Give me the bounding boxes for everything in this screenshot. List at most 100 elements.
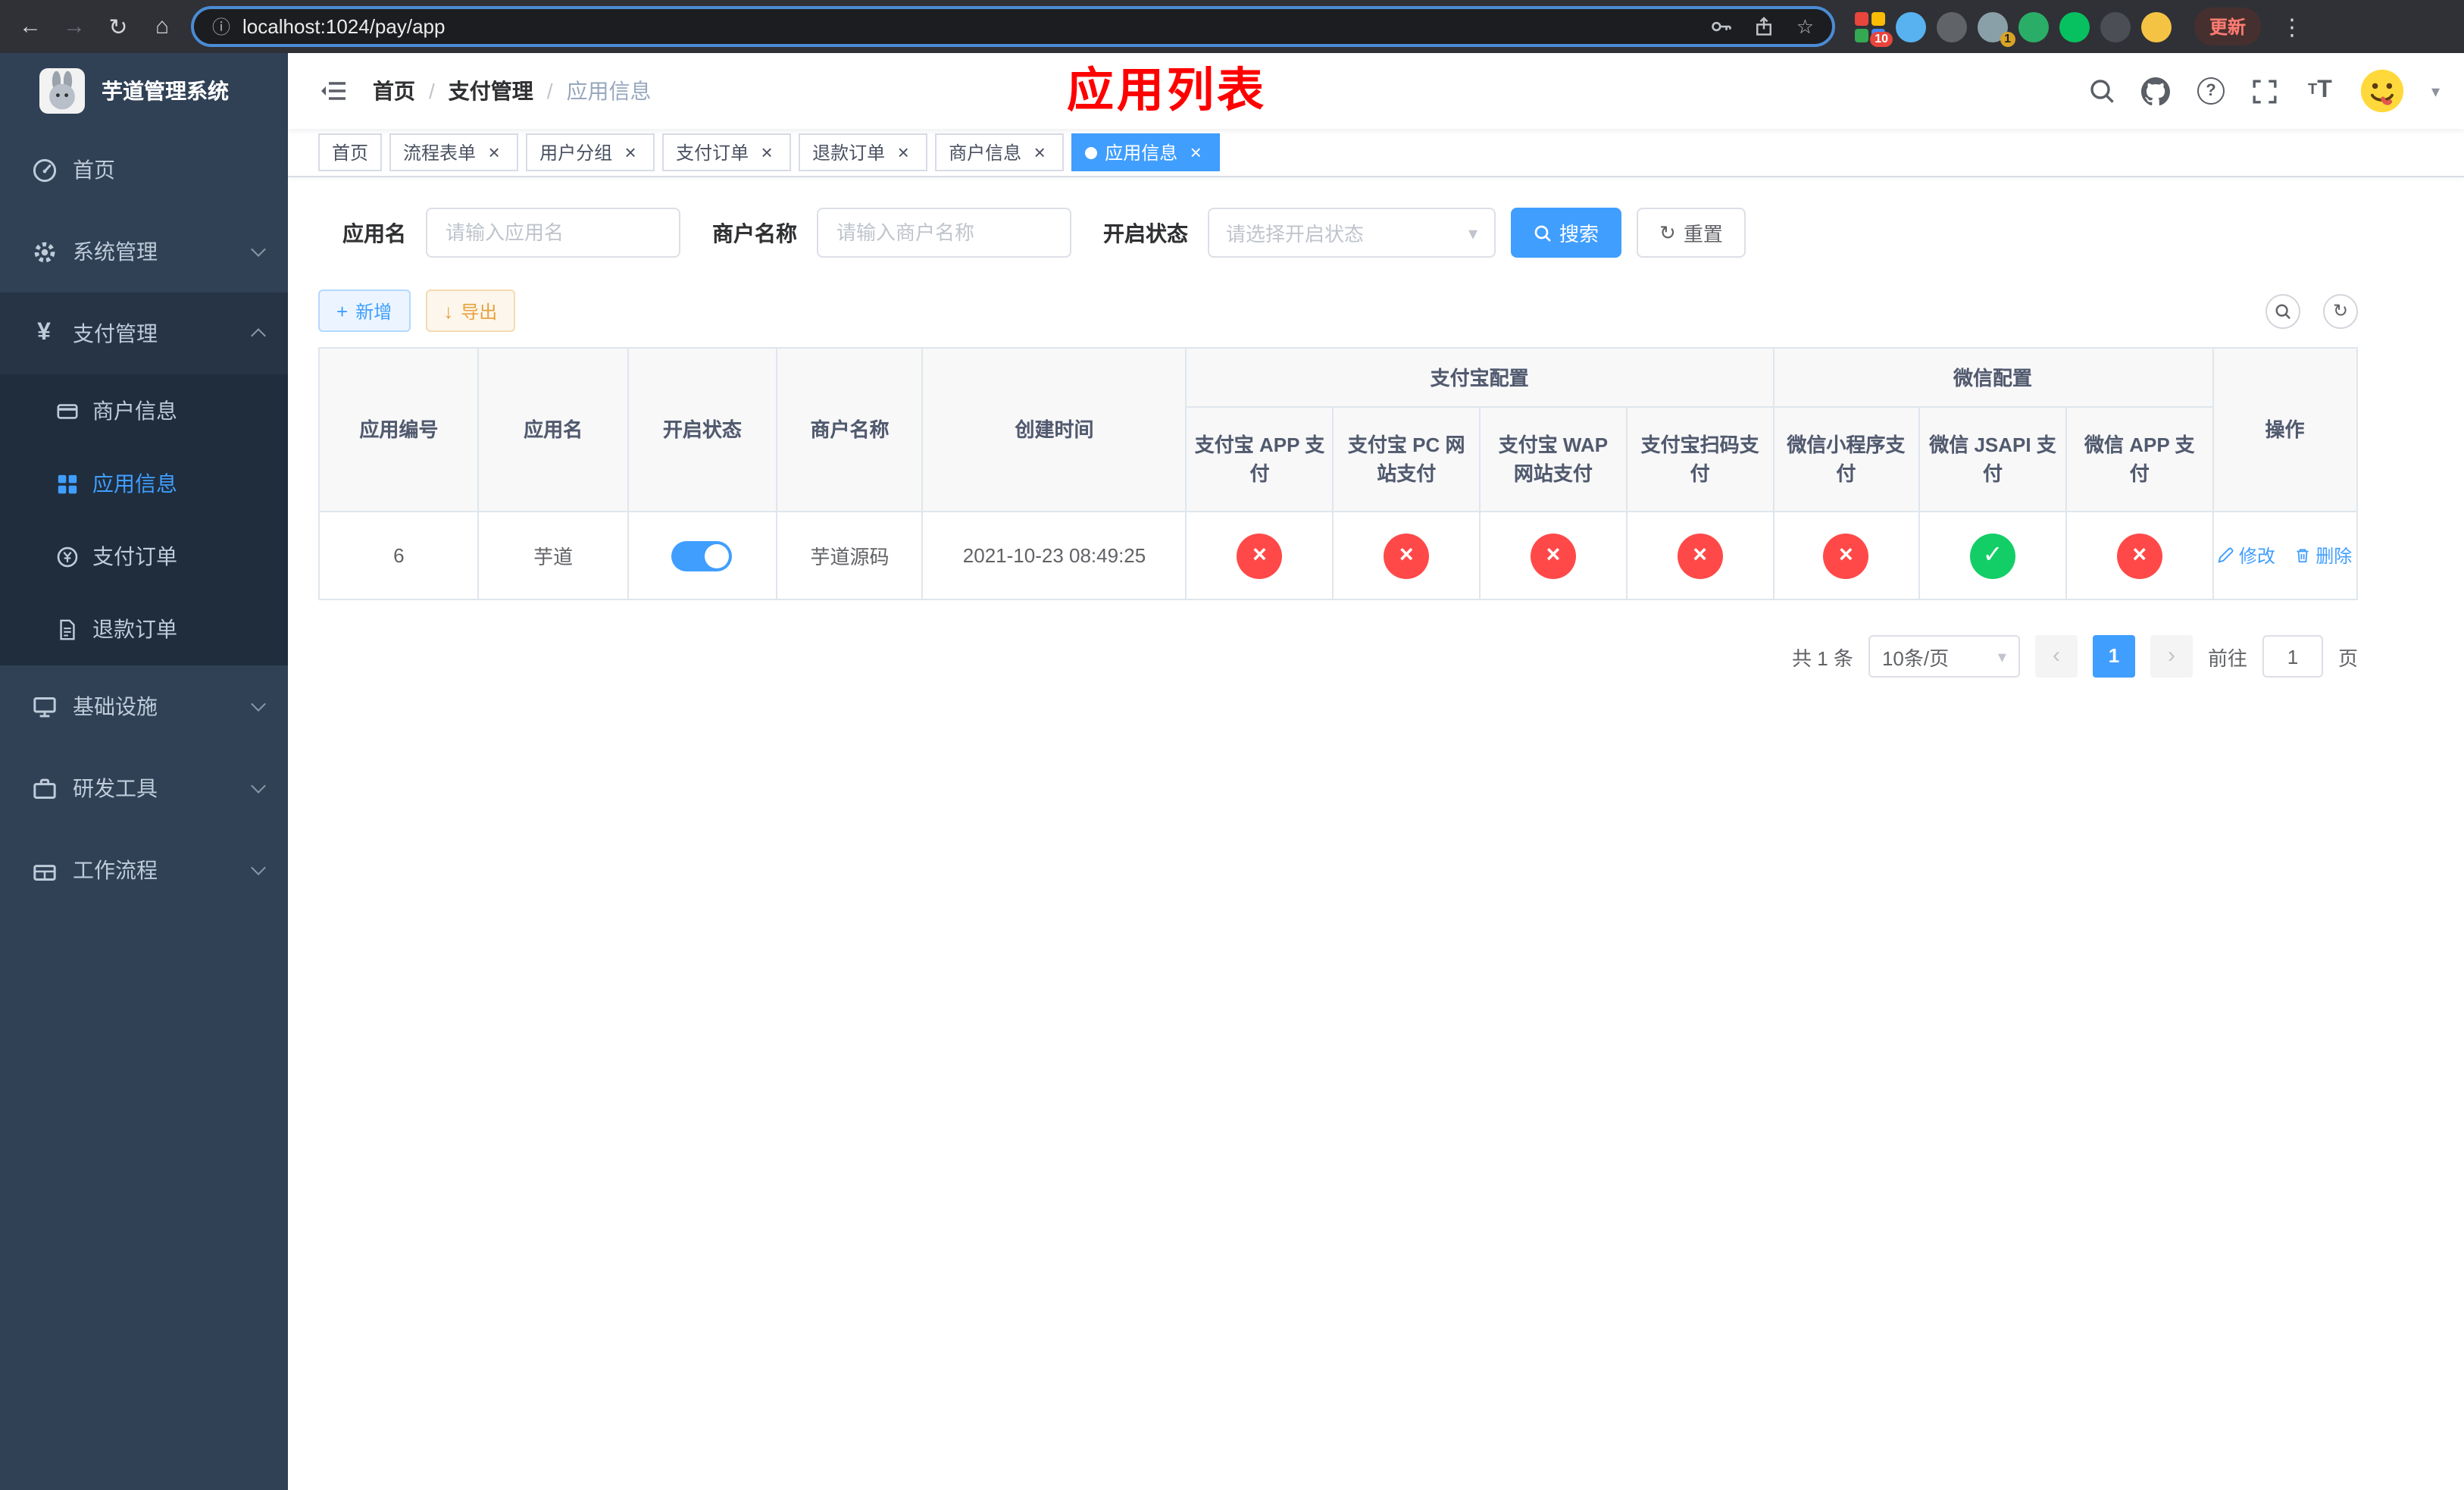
next-page-button[interactable]: ›: [2150, 635, 2193, 678]
page-size-select[interactable]: 10条/页 ▾: [1868, 635, 2020, 678]
cell-actions: 修改 删除: [2212, 511, 2359, 600]
status-select[interactable]: 请选择开启状态 ▾: [1208, 208, 1496, 258]
reset-button[interactable]: ↻ 重置: [1637, 208, 1746, 258]
extension-icon-6[interactable]: [2059, 11, 2090, 42]
site-info-icon[interactable]: ⓘ: [212, 14, 230, 39]
sidebar-item-workflow[interactable]: 工作流程: [0, 829, 288, 911]
extension-icon-7[interactable]: [2100, 11, 2131, 42]
col-merchant: 商户名称: [776, 347, 924, 512]
add-button[interactable]: + 新增: [318, 290, 411, 332]
extension-icon-5[interactable]: [2018, 11, 2049, 42]
sidebar-item-refund-order[interactable]: 退款订单: [0, 593, 288, 665]
close-icon[interactable]: ×: [1185, 142, 1206, 163]
extension-icon-4[interactable]: 1: [1978, 11, 2015, 46]
chevron-down-icon: [251, 778, 266, 794]
menu-label: 支付订单: [92, 544, 177, 568]
tab-home[interactable]: 首页: [318, 133, 383, 171]
address-bar[interactable]: ⓘ localhost:1024/pay/app ☆: [191, 6, 1835, 47]
bank-card-icon: [55, 399, 79, 423]
goto-page-input[interactable]: [2262, 635, 2323, 678]
close-icon[interactable]: ×: [1029, 142, 1050, 163]
cell-wx-jsapi: ✓: [1918, 511, 2068, 600]
breadcrumb-home[interactable]: 首页: [373, 76, 415, 106]
menu-label: 商户信息: [92, 399, 177, 423]
github-icon[interactable]: [2141, 77, 2171, 105]
grid-icon: [55, 471, 79, 496]
disabled-status-icon: ×: [2116, 533, 2162, 578]
chevron-up-icon: [251, 328, 266, 343]
reset-button-label: 重置: [1683, 223, 1723, 246]
cell-app-name: 芋道: [477, 511, 629, 600]
search-button[interactable]: 搜索: [1511, 208, 1622, 258]
avatar[interactable]: [2360, 68, 2406, 114]
extension-icon-2[interactable]: [1896, 11, 1926, 42]
app-logo[interactable]: 芋道管理系统: [0, 53, 288, 129]
chrome-update-button[interactable]: 更新: [2194, 8, 2262, 45]
plus-icon: +: [336, 299, 349, 322]
close-icon[interactable]: ×: [483, 142, 505, 163]
delete-link[interactable]: 删除: [2294, 543, 2352, 568]
bookmark-star-icon[interactable]: ☆: [1796, 14, 1814, 39]
extension-icon-3[interactable]: [1937, 11, 1967, 42]
close-icon[interactable]: ×: [893, 142, 914, 163]
sidebar-item-merchant-info[interactable]: 商户信息: [0, 374, 288, 447]
page-content: 应用名 商户名称 开启状态 请选择开启状态 ▾ 搜索 ↻ 重: [288, 177, 2464, 678]
sidebar-item-home[interactable]: 首页: [0, 129, 288, 211]
home-icon[interactable]: ⌂: [147, 11, 177, 42]
close-icon[interactable]: ×: [756, 142, 777, 163]
tags-view-bar: 首页 流程表单 × 用户分组 × 支付订单 × 退款订单 × 商户信息 × 应用信息 ×: [288, 129, 2464, 177]
refresh-icon[interactable]: ↻: [2323, 293, 2358, 328]
font-small-glyph: T: [2308, 82, 2318, 99]
disabled-status-icon: ×: [1677, 533, 1723, 578]
page-1-button[interactable]: 1: [2092, 635, 2135, 678]
sidebar-item-app-info[interactable]: 应用信息: [0, 447, 288, 520]
breadcrumb-pay[interactable]: 支付管理: [449, 76, 533, 106]
share-icon[interactable]: [1754, 15, 1775, 38]
merchant-name-input[interactable]: [817, 208, 1071, 258]
search-icon[interactable]: [2087, 77, 2116, 105]
col-alipay-wap: 支付宝 WAP 网站支付: [1478, 406, 1628, 512]
tab-process-form[interactable]: 流程表单 ×: [389, 133, 519, 171]
tab-pay-order[interactable]: 支付订单 ×: [662, 133, 792, 171]
extension-icon-1[interactable]: 10: [1855, 11, 1893, 46]
col-wx-app: 微信 APP 支付: [2065, 406, 2214, 512]
extension-badge: 10: [1870, 31, 1893, 46]
tab-refund-order[interactable]: 退款订单 ×: [799, 133, 928, 171]
key-icon[interactable]: [1710, 15, 1733, 38]
prev-page-button[interactable]: ‹: [2034, 635, 2078, 678]
browser-menu-icon[interactable]: ⋮: [2281, 13, 2303, 40]
extension-icon-8[interactable]: [2141, 11, 2172, 42]
app-name-input[interactable]: [426, 208, 680, 258]
col-actions: 操作: [2212, 347, 2359, 512]
tab-merchant-info[interactable]: 商户信息 ×: [935, 133, 1065, 171]
yen-icon: ¥: [37, 320, 51, 346]
sidebar-item-system[interactable]: 系统管理: [0, 211, 288, 293]
avatar-caret-icon[interactable]: ▾: [2431, 81, 2440, 101]
font-size-icon[interactable]: TT: [2306, 77, 2334, 105]
reload-icon[interactable]: ↻: [103, 11, 133, 42]
sidebar-fold-icon[interactable]: [318, 76, 349, 106]
pay-submenu: 商户信息 应用信息 支付订单 退款订单: [0, 374, 288, 665]
menu-label: 研发工具: [73, 776, 158, 800]
close-icon[interactable]: ×: [620, 142, 641, 163]
help-icon[interactable]: ?: [2197, 77, 2225, 105]
fullscreen-icon[interactable]: [2251, 77, 2280, 105]
cell-alipay-pc: ×: [1332, 511, 1481, 600]
back-icon[interactable]: ←: [15, 11, 45, 42]
sidebar-item-pay-order[interactable]: 支付订单: [0, 520, 288, 593]
sidebar-item-infrastructure[interactable]: 基础设施: [0, 665, 288, 747]
cell-merchant: 芋道源码: [776, 511, 924, 600]
search-button-label: 搜索: [1559, 223, 1599, 246]
sidebar-item-pay[interactable]: ¥ 支付管理: [0, 293, 288, 374]
tab-user-group[interactable]: 用户分组 ×: [526, 133, 655, 171]
tab-app-info[interactable]: 应用信息 ×: [1071, 133, 1221, 171]
cell-wx-mini: ×: [1771, 511, 1920, 600]
toggle-search-icon[interactable]: [2265, 293, 2300, 328]
app-enabled-toggle[interactable]: [671, 540, 733, 571]
forward-icon[interactable]: →: [59, 11, 89, 42]
edit-link[interactable]: 修改: [2218, 543, 2275, 568]
sidebar-item-dev-tools[interactable]: 研发工具: [0, 747, 288, 829]
url-text[interactable]: localhost:1024/pay/app: [242, 15, 1689, 38]
monitor-icon: [30, 693, 58, 720]
export-button[interactable]: ↓ 导出: [425, 290, 516, 332]
